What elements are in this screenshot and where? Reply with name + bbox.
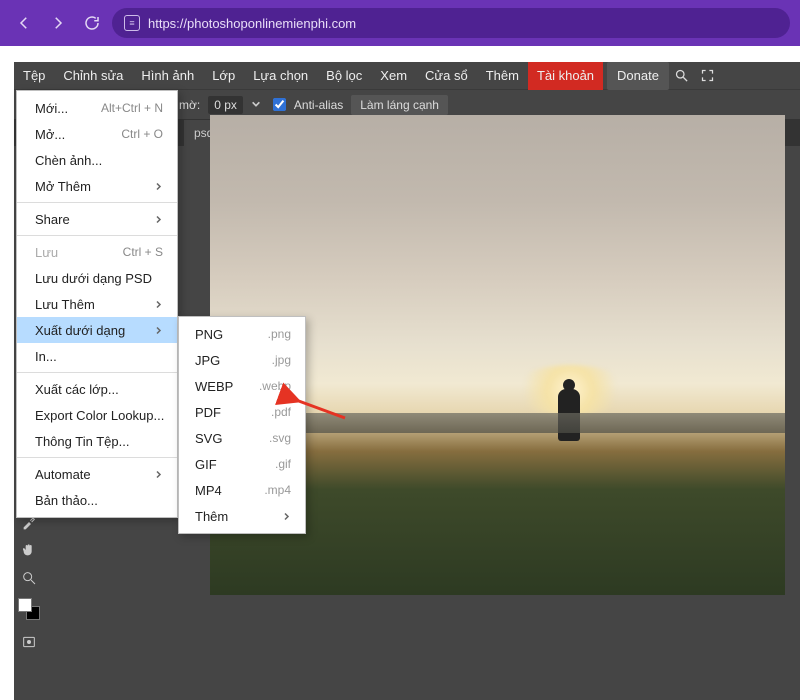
menu-item-label: JPG <box>195 353 220 368</box>
file-menu-item[interactable]: Share <box>17 206 177 232</box>
tool-hand[interactable] <box>16 538 42 562</box>
fullscreen-icon[interactable] <box>695 68 721 83</box>
menu-item-label: SVG <box>195 431 222 446</box>
back-button[interactable] <box>10 9 38 37</box>
annotation-arrow <box>290 396 350 431</box>
file-menu-item[interactable]: Xuất dưới dạng <box>17 317 177 343</box>
antialias-checkbox[interactable] <box>273 98 286 111</box>
file-menu-item[interactable]: Lưu dưới dạng PSD <box>17 265 177 291</box>
export-menu-item[interactable]: WEBP .webp <box>179 373 305 399</box>
menu-item-label: Thêm <box>195 509 228 524</box>
tool-zoom[interactable] <box>16 566 42 590</box>
file-menu-item[interactable]: Automate <box>17 461 177 487</box>
menu-item-ext: .gif <box>275 457 291 471</box>
menu-item-label: Xuất các lớp... <box>35 382 119 397</box>
chevron-right-icon <box>282 509 291 524</box>
menu-image[interactable]: Hình ảnh <box>132 62 203 90</box>
export-menu-item[interactable]: MP4 .mp4 <box>179 477 305 503</box>
menu-item-ext: .pdf <box>271 405 291 419</box>
menu-item-label: PDF <box>195 405 221 420</box>
reload-button[interactable] <box>78 9 106 37</box>
menu-item-label: WEBP <box>195 379 233 394</box>
refine-edge-button[interactable]: Làm láng cạnh <box>351 95 448 115</box>
menu-file[interactable]: Tệp <box>14 62 54 90</box>
menu-item-label: GIF <box>195 457 217 472</box>
chevron-right-icon <box>154 467 163 482</box>
file-menu-item[interactable]: Xuất các lớp... <box>17 376 177 402</box>
file-menu-item[interactable]: Thông Tin Tệp... <box>17 428 177 454</box>
menu-item-label: Mở... <box>35 127 65 142</box>
menu-item-shortcut: Ctrl + S <box>123 245 163 259</box>
menu-item-label: Mở Thêm <box>35 179 91 194</box>
file-menu-item[interactable]: Mở Thêm <box>17 173 177 199</box>
menu-item-label: Chèn ảnh... <box>35 153 102 168</box>
menu-layer[interactable]: Lớp <box>203 62 244 90</box>
export-menu-item[interactable]: GIF .gif <box>179 451 305 477</box>
menu-item-label: Bản thảo... <box>35 493 98 508</box>
menu-bar: Tệp Chỉnh sửa Hình ảnh Lớp Lựa chọn Bộ l… <box>14 62 800 90</box>
menu-item-ext: .mp4 <box>264 483 291 497</box>
menu-item-label: Automate <box>35 467 91 482</box>
menu-item-label: Xuất dưới dạng <box>35 323 125 338</box>
menu-select[interactable]: Lựa chọn <box>244 62 317 90</box>
menu-item-shortcut: Alt+Ctrl + N <box>101 101 163 115</box>
menu-item-label: Thông Tin Tệp... <box>35 434 129 449</box>
antialias-label: Anti-alias <box>294 98 343 112</box>
color-swatch[interactable] <box>18 598 40 620</box>
file-menu: Mới... Alt+Ctrl + N Mở... Ctrl + O Chèn ảnh.… <box>16 90 178 518</box>
file-menu-item[interactable]: Mở... Ctrl + O <box>17 121 177 147</box>
chevron-right-icon <box>154 323 163 338</box>
menu-item-ext: .webp <box>259 379 291 393</box>
chevron-right-icon <box>154 297 163 312</box>
donate-button[interactable]: Donate <box>607 62 669 90</box>
file-menu-item[interactable]: In... <box>17 343 177 369</box>
file-menu-item[interactable]: Mới... Alt+Ctrl + N <box>17 95 177 121</box>
menu-item-label: PNG <box>195 327 223 342</box>
menu-item-label: In... <box>35 349 57 364</box>
menu-filter[interactable]: Bộ lọc <box>317 62 371 90</box>
menu-item-shortcut: Ctrl + O <box>121 127 163 141</box>
file-menu-item[interactable]: Lưu Ctrl + S <box>17 239 177 265</box>
feather-value[interactable]: 0 px <box>208 96 243 114</box>
menu-account[interactable]: Tài khoản <box>528 62 603 90</box>
forward-button[interactable] <box>44 9 72 37</box>
export-menu-item[interactable]: SVG .svg <box>179 425 305 451</box>
menu-item-label: Share <box>35 212 70 227</box>
export-menu-item[interactable]: Thêm <box>179 503 305 529</box>
file-menu-item[interactable]: Export Color Lookup... <box>17 402 177 428</box>
browser-toolbar: ≡ https://photoshoponlinemienphi.com <box>0 0 800 46</box>
export-menu-item[interactable]: PDF .pdf <box>179 399 305 425</box>
feather-label: mờ: <box>179 98 200 112</box>
menu-item-ext: .png <box>268 327 291 341</box>
tool-quickmask[interactable] <box>16 630 42 654</box>
menu-item-label: Lưu <box>35 245 58 260</box>
site-info-icon[interactable]: ≡ <box>124 15 140 31</box>
file-menu-item[interactable]: Bản thảo... <box>17 487 177 513</box>
menu-item-ext: .jpg <box>272 353 291 367</box>
file-menu-item[interactable]: Lưu Thêm <box>17 291 177 317</box>
fg-color[interactable] <box>18 598 32 612</box>
export-menu-item[interactable]: PNG .png <box>179 321 305 347</box>
address-bar[interactable]: ≡ https://photoshoponlinemienphi.com <box>112 8 790 38</box>
menu-item-label: Mới... <box>35 101 68 116</box>
chevron-right-icon <box>154 179 163 194</box>
menu-window[interactable]: Cửa sổ <box>416 62 477 90</box>
feather-dropdown-icon[interactable] <box>251 98 265 112</box>
menu-more[interactable]: Thêm <box>477 62 528 90</box>
chevron-right-icon <box>154 212 163 227</box>
canvas-image <box>558 389 580 441</box>
search-icon[interactable] <box>669 68 695 83</box>
menu-edit[interactable]: Chỉnh sửa <box>54 62 132 90</box>
menu-view[interactable]: Xem <box>371 62 416 90</box>
menu-item-ext: .svg <box>269 431 291 445</box>
url-text: https://photoshoponlinemienphi.com <box>148 16 356 31</box>
export-menu-item[interactable]: JPG .jpg <box>179 347 305 373</box>
file-menu-item[interactable]: Chèn ảnh... <box>17 147 177 173</box>
menu-item-label: MP4 <box>195 483 222 498</box>
menu-item-label: Lưu dưới dạng PSD <box>35 271 152 286</box>
export-submenu: PNG .png JPG .jpg WEBP .webp PDF .pdf SVG .svg GIF… <box>178 316 306 534</box>
menu-item-label: Lưu Thêm <box>35 297 95 312</box>
menu-item-label: Export Color Lookup... <box>35 408 164 423</box>
